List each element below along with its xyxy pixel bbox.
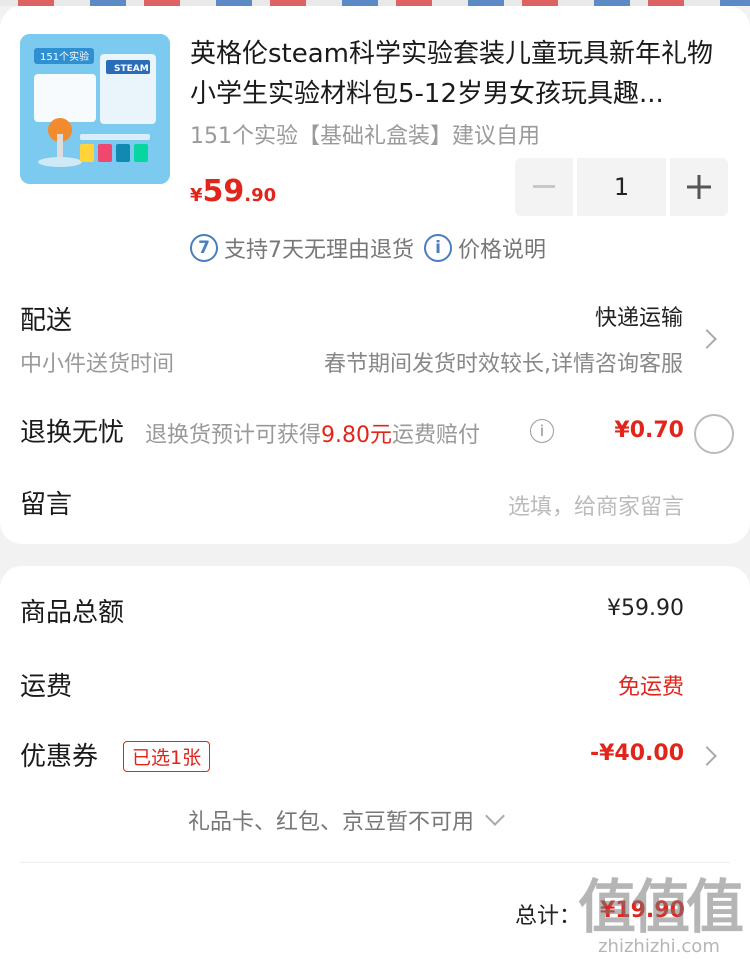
- return-service-label: 退换无忧: [20, 418, 125, 448]
- price-decimal: .90: [244, 185, 277, 206]
- delivery-chevron-icon[interactable]: [697, 329, 717, 349]
- shipping-label: 运费: [20, 672, 73, 702]
- price-explain-tag[interactable]: i 价格说明: [424, 232, 546, 264]
- product-spec[interactable]: 151个实验【基础礼盒装】建议自用: [190, 118, 540, 150]
- coupon-value[interactable]: -¥40.00: [590, 741, 684, 766]
- return-service-radio[interactable]: [694, 414, 734, 454]
- goods-total-label: 商品总额: [20, 598, 125, 628]
- total-label: 总计：: [515, 904, 582, 929]
- service-tags: 7 支持7天无理由退货 i 价格说明: [190, 232, 546, 264]
- svg-text:151个实验: 151个实验: [40, 50, 89, 63]
- delivery-time-label: 中小件送货时间: [20, 352, 175, 377]
- plus-icon: [687, 175, 711, 199]
- delivery-time-note[interactable]: 春节期间发货时效较长,详情咨询客服: [324, 346, 683, 378]
- info-icon: i: [424, 234, 452, 262]
- return-info-icon[interactable]: i: [530, 419, 554, 443]
- coupon-chevron-icon[interactable]: [697, 746, 717, 766]
- return-policy-text: 支持7天无理由退货: [224, 238, 414, 263]
- product-thumbnail[interactable]: 151个实验 STEAM: [20, 34, 170, 184]
- return-amount: 9.80元: [321, 423, 393, 448]
- giftcard-row[interactable]: 礼品卡、红包、京豆暂不可用: [188, 804, 505, 836]
- return-desc-prefix: 退换货预计可获得: [145, 423, 322, 448]
- svg-text:STEAM: STEAM: [114, 64, 149, 74]
- product-image-icon: 151个实验 STEAM: [20, 34, 170, 184]
- product-title[interactable]: 英格伦steam科学实验套装儿童玩具新年礼物小学生实验材料包5-12岁男女孩玩具…: [190, 34, 735, 114]
- return-service-desc: 退换货预计可获得9.80元运费赔付: [145, 417, 480, 449]
- watermark-glyphs: 值值值: [577, 873, 744, 941]
- quantity-value[interactable]: 1: [577, 158, 666, 216]
- watermark-domain: zhizhizhi.com: [598, 936, 720, 957]
- decrease-button[interactable]: [515, 158, 573, 216]
- giftcard-note: 礼品卡、红包、京豆暂不可用: [188, 810, 475, 835]
- coupon-badge[interactable]: 已选1张: [123, 741, 211, 772]
- coupon-label: 优惠券: [20, 742, 99, 772]
- price-integer: 59: [202, 174, 245, 209]
- increase-button[interactable]: [670, 158, 728, 216]
- delivery-label: 配送: [20, 306, 73, 336]
- chevron-down-icon: [485, 806, 505, 826]
- message-label: 留言: [20, 490, 73, 520]
- price-explain-text: 价格说明: [458, 238, 547, 263]
- product-price: ¥59.90: [190, 174, 276, 209]
- goods-total-value: ¥59.90: [607, 596, 684, 621]
- return-service-price: ¥0.70: [614, 418, 684, 443]
- message-input[interactable]: 选填，给商家留言: [508, 489, 684, 521]
- return-policy-tag[interactable]: 7 支持7天无理由退货: [190, 232, 414, 264]
- price-currency: ¥: [190, 185, 203, 206]
- shipping-value: 免运费: [617, 675, 684, 700]
- quantity-stepper: 1: [515, 158, 730, 216]
- site-watermark-logo: 值值值 zhizhizhi.com: [577, 873, 744, 957]
- return-desc-suffix: 运费赔付: [392, 423, 481, 448]
- minus-icon: [533, 185, 555, 188]
- order-item-card: 151个实验 STEAM 英格伦steam科学实验套装儿童玩具新年礼物小学生实验…: [0, 6, 750, 544]
- delivery-method[interactable]: 快递运输: [595, 300, 683, 332]
- summary-divider: [20, 862, 730, 863]
- seven-day-icon: 7: [190, 234, 218, 262]
